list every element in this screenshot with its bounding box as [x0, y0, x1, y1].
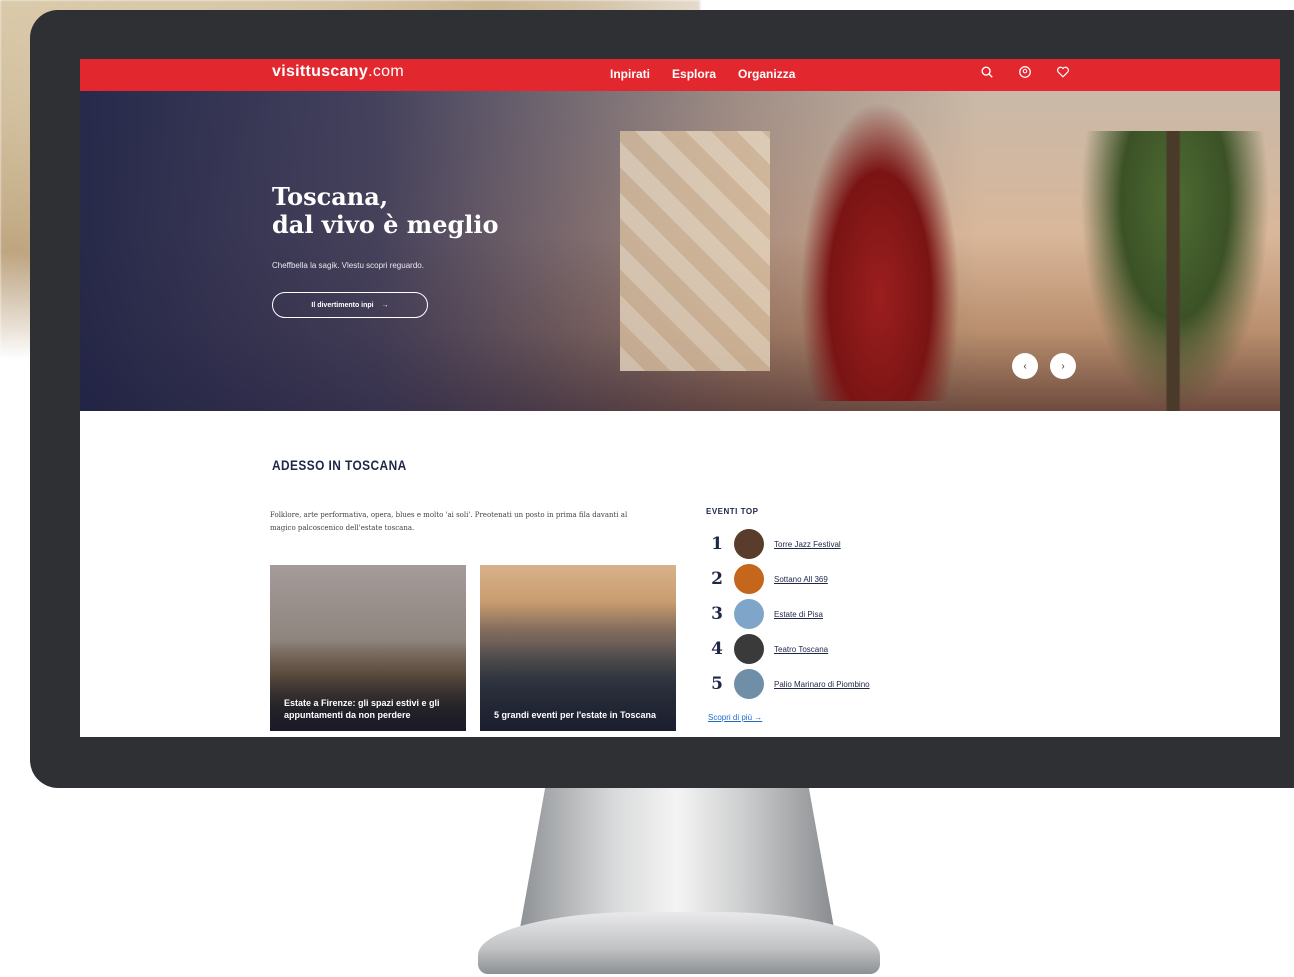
event-rank: 5: [711, 674, 723, 694]
logo-text: visittuscany: [272, 63, 369, 80]
event-thumbnail: [734, 529, 764, 559]
hero-banner: Toscana, dal vivo è meglio Cheffbella la…: [80, 91, 1280, 411]
monitor-stand: [520, 788, 834, 928]
search-icon[interactable]: [980, 65, 998, 83]
slider-controls: ‹ ›: [1012, 353, 1076, 379]
event-item[interactable]: 2 Sottano All 369: [710, 564, 828, 594]
event-link[interactable]: Torre Jazz Festival: [774, 540, 841, 549]
hero-carnival-figure: [800, 101, 960, 401]
event-rank: 1: [711, 534, 723, 554]
card-caption: 5 grandi eventi per l'estate in Toscana: [494, 710, 657, 720]
arrow-right-icon: →: [381, 301, 389, 309]
hero-palm-tree: [1080, 131, 1270, 411]
hero-cta-button[interactable]: Il divertimento inpi →: [272, 292, 428, 318]
hero-decor-blocks: [620, 131, 770, 371]
slider-prev-button[interactable]: ‹: [1012, 353, 1038, 379]
site-logo[interactable]: visittuscany.com: [272, 63, 404, 81]
monitor-base: [478, 912, 880, 974]
see-all-events-link[interactable]: Scopri di più →: [708, 713, 762, 722]
card-shade: [480, 565, 676, 731]
section-intro: Folklore, arte performativa, opera, blue…: [270, 511, 628, 532]
event-rank: 2: [711, 569, 723, 589]
article-card-firenze[interactable]: Estate a Firenze: gli spazi estivi e gli…: [270, 565, 466, 731]
nav-icons: [980, 65, 1074, 83]
logo-domain: .com: [368, 63, 404, 80]
section-title: ADESSO IN TOSCANA: [272, 457, 407, 473]
events-heading: EVENTI TOP: [706, 507, 759, 516]
hero-title-line-1: Toscana,: [272, 182, 389, 211]
event-thumbnail: [734, 634, 764, 664]
nav-item-organizza[interactable]: Organizza: [738, 67, 795, 81]
hero-subtitle: Cheffbella la sagik. Vlestu scopri regua…: [272, 261, 424, 270]
event-rank: 3: [711, 604, 723, 624]
event-link[interactable]: Palio Marinaro di Piombino: [774, 680, 870, 689]
event-item[interactable]: 1 Torre Jazz Festival: [710, 529, 841, 559]
event-item[interactable]: 5 Palio Marinaro di Piombino: [710, 669, 870, 699]
event-link[interactable]: Teatro Toscana: [774, 645, 828, 654]
slider-next-button[interactable]: ›: [1050, 353, 1076, 379]
event-link[interactable]: Sottano All 369: [774, 575, 828, 584]
event-item[interactable]: 4 Teatro Toscana: [710, 634, 828, 664]
article-card-eventi[interactable]: 5 grandi eventi per l'estate in Toscana: [480, 565, 676, 731]
browser-screen: visittuscany.com Inpirati Esplora Organi…: [80, 59, 1280, 737]
top-nav-bar: visittuscany.com Inpirati Esplora Organi…: [80, 59, 1280, 91]
event-thumbnail: [734, 599, 764, 629]
event-item[interactable]: 3 Estate di Pisa: [710, 599, 823, 629]
hero-cta-label: Il divertimento inpi: [311, 301, 374, 309]
hero-title-line-2: dal vivo è meglio: [272, 210, 499, 239]
event-thumbnail: [734, 669, 764, 699]
hero-title: Toscana, dal vivo è meglio: [272, 183, 499, 239]
event-link[interactable]: Estate di Pisa: [774, 610, 823, 619]
card-caption: Estate a Firenze: gli spazi estivi e gli…: [284, 698, 440, 720]
main-menu: Inpirati Esplora Organizza: [610, 67, 795, 81]
user-icon[interactable]: [1018, 65, 1036, 83]
monitor-frame: visittuscany.com Inpirati Esplora Organi…: [30, 10, 1294, 788]
heart-icon[interactable]: [1056, 65, 1074, 83]
nav-item-inspirati[interactable]: Inpirati: [610, 67, 650, 81]
event-rank: 4: [711, 639, 723, 659]
event-thumbnail: [734, 564, 764, 594]
nav-item-esplora[interactable]: Esplora: [672, 67, 716, 81]
